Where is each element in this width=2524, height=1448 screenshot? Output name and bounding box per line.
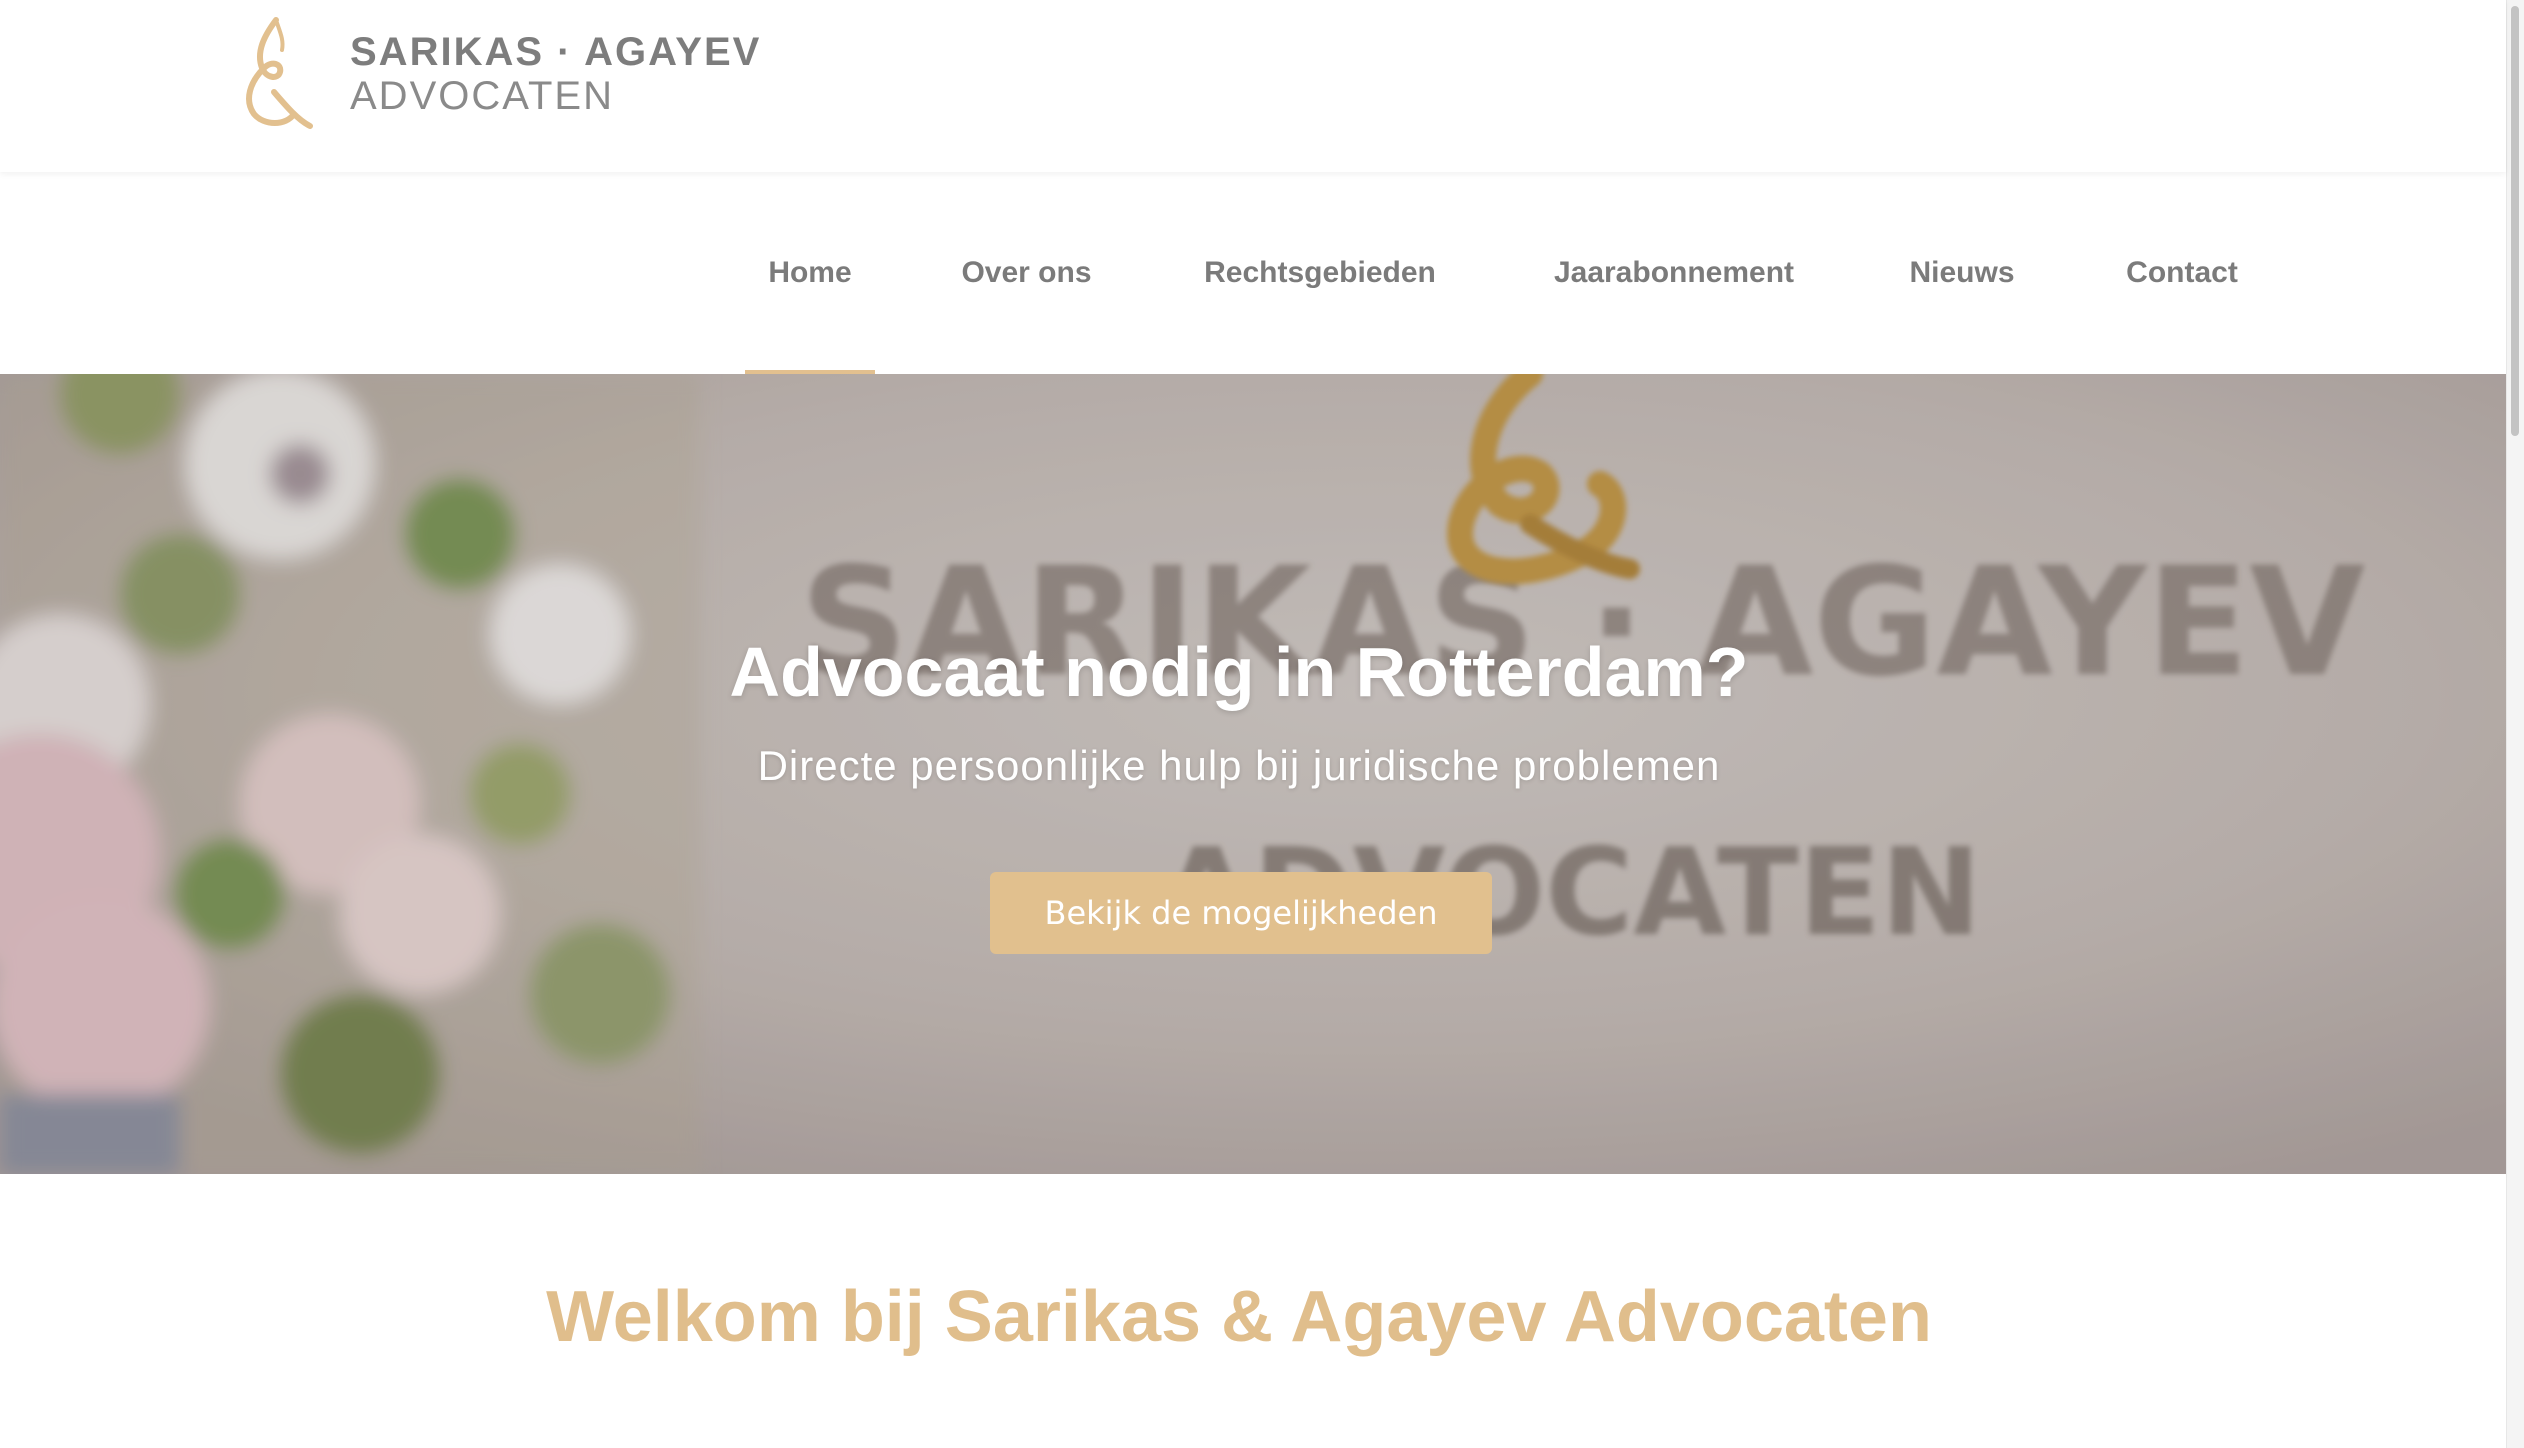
nav-item-nieuws[interactable]: Nieuws (1890, 172, 2034, 374)
view-options-button[interactable]: Bekijk de mogelijkheden (990, 872, 1492, 954)
nav-item-home[interactable]: Home (745, 172, 875, 374)
nav-item-rechtsgebieden[interactable]: Rechtsgebieden (1180, 172, 1460, 374)
site-logo[interactable]: SARIKAS · AGAYEV ADVOCATEN (234, 16, 761, 132)
hero-banner: SARIKAS · AGAYEV ADVOCATEN Advocaat nodi… (0, 374, 2506, 1174)
welcome-section: Welkom bij Sarikas & Agayev Advocaten (0, 1174, 2506, 1448)
hero-subtitle: Directe persoonlijke hulp bij juridische… (757, 742, 1721, 789)
ampersand-logo-icon (246, 17, 313, 129)
nav-item-over-ons[interactable]: Over ons (935, 172, 1118, 374)
welcome-title: Welkom bij Sarikas & Agayev Advocaten (546, 1277, 1932, 1357)
logo-line-1: SARIKAS · AGAYEV (350, 30, 762, 74)
site-header: SARIKAS · AGAYEV ADVOCATEN (0, 0, 2506, 172)
logo-line-2: ADVOCATEN (350, 74, 614, 118)
logo-wordmark: SARIKAS · AGAYEV ADVOCATEN (350, 30, 761, 118)
nav-item-jaarabonnement[interactable]: Jaarabonnement (1524, 172, 1824, 374)
nav-item-contact[interactable]: Contact (2100, 172, 2264, 374)
scrollbar-thumb[interactable] (2511, 6, 2519, 436)
hero-title: Advocaat nodig in Rotterdam? (729, 633, 1749, 711)
nav-menu: Home Over ons Rechtsgebieden Jaarabonnem… (0, 172, 2506, 374)
main-navigation: Home Over ons Rechtsgebieden Jaarabonnem… (0, 172, 2506, 374)
